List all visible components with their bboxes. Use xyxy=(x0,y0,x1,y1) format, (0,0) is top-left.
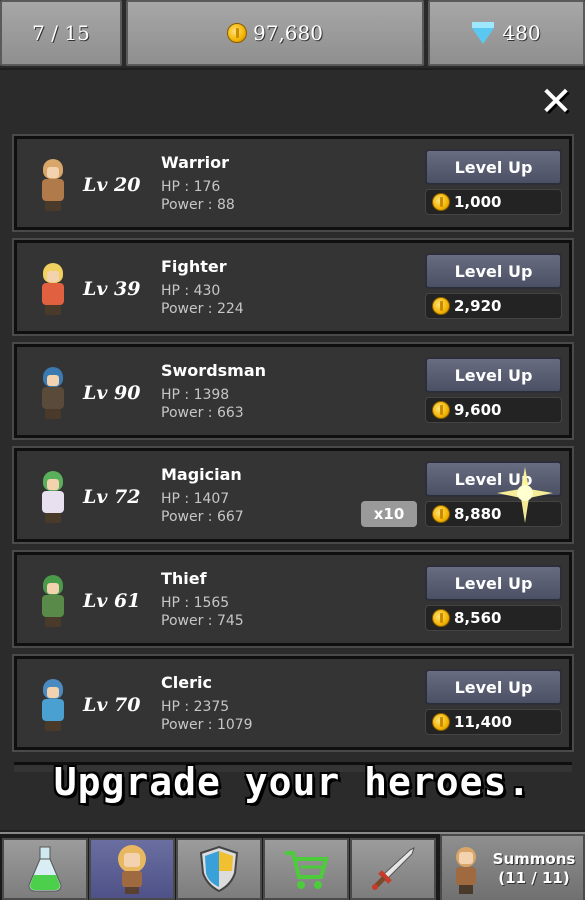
tagline: Upgrade your heroes. xyxy=(53,760,532,804)
cost-value: 1,000 xyxy=(454,193,502,211)
hero-level: Lv 90 xyxy=(83,382,141,404)
hero-icon xyxy=(118,845,146,894)
hero-hp: HP : 430 xyxy=(161,283,221,299)
gem-value: 480 xyxy=(502,21,541,45)
hero-card-swordsman: Lv 90 Swordsman HP : 1398 Power : 663 Le… xyxy=(12,342,574,440)
level-up-button[interactable]: Level Up xyxy=(425,669,562,705)
gold-coin-icon xyxy=(432,193,450,211)
hero-avatar xyxy=(37,367,69,421)
bottom-tab-bar: Summons (11 / 11) xyxy=(0,832,585,900)
cost-value: 11,400 xyxy=(454,713,512,731)
hero-name: Fighter xyxy=(161,257,227,276)
hero-name: Swordsman xyxy=(161,361,267,380)
cart-icon xyxy=(285,851,329,889)
summon-hero-icon xyxy=(456,847,476,894)
level-up-cost: 2,920 xyxy=(425,293,562,319)
hero-power: Power : 224 xyxy=(161,301,244,317)
gold-counter: 97,680 xyxy=(126,0,424,66)
hero-level: Lv 70 xyxy=(83,694,141,716)
diamond-icon xyxy=(472,22,495,44)
level-up-button[interactable]: Level Up xyxy=(425,149,562,185)
level-up-cost: 1,000 xyxy=(425,189,562,215)
hero-avatar xyxy=(37,159,69,213)
hero-power: Power : 1079 xyxy=(161,717,253,733)
level-up-button[interactable]: Level Up xyxy=(425,565,562,601)
stage-counter: 7 / 15 xyxy=(0,0,122,66)
hero-card-fighter: Lv 39 Fighter HP : 430 Power : 224 Level… xyxy=(12,238,574,336)
level-up-button[interactable]: Level Up xyxy=(425,357,562,393)
hero-level: Lv 61 xyxy=(83,590,141,612)
tab-shop[interactable] xyxy=(263,838,349,900)
hero-power: Power : 88 xyxy=(161,197,235,213)
cost-value: 2,920 xyxy=(454,297,502,315)
shield-icon xyxy=(199,845,239,893)
hero-hp: HP : 1565 xyxy=(161,595,230,611)
hero-name: Warrior xyxy=(161,153,230,172)
tab-potions[interactable] xyxy=(2,838,88,900)
summons-label: Summons (11 / 11) xyxy=(488,850,580,888)
hero-avatar xyxy=(37,471,69,525)
sword-icon xyxy=(372,847,415,890)
level-up-cost: 8,560 xyxy=(425,605,562,631)
top-bar: 7 / 15 97,680 480 xyxy=(0,0,585,68)
hero-hp: HP : 2375 xyxy=(161,699,230,715)
potion-icon xyxy=(28,846,62,892)
hero-level: Lv 39 xyxy=(83,278,141,300)
gold-value: 97,680 xyxy=(253,21,323,45)
hero-avatar xyxy=(37,263,69,317)
hero-name: Magician xyxy=(161,465,242,484)
gold-coin-icon xyxy=(432,401,450,419)
hero-card-magician: Lv 72 Magician HP : 1407 Power : 667 x10… xyxy=(12,446,574,544)
multiplier-button[interactable]: x10 xyxy=(361,501,417,527)
hero-card-thief: Lv 61 Thief HP : 1565 Power : 745 Level … xyxy=(12,550,574,648)
summons-title: Summons xyxy=(492,850,576,868)
cost-value: 8,560 xyxy=(454,609,502,627)
tab-equipment[interactable] xyxy=(176,838,262,900)
hero-level: Lv 72 xyxy=(83,486,141,508)
level-up-cost: 8,880 xyxy=(425,501,562,527)
hero-hp: HP : 1407 xyxy=(161,491,230,507)
hero-avatar xyxy=(37,679,69,733)
hero-avatar xyxy=(37,575,69,629)
tab-heroes[interactable] xyxy=(89,838,175,900)
hero-power: Power : 663 xyxy=(161,405,244,421)
level-up-button[interactable]: Level Up xyxy=(425,253,562,289)
gem-counter[interactable]: 480 xyxy=(428,0,585,66)
hero-level: Lv 20 xyxy=(83,174,141,196)
cost-value: 9,600 xyxy=(454,401,502,419)
stage-value: 7 / 15 xyxy=(32,21,90,45)
gold-coin-icon xyxy=(432,297,450,315)
hero-power: Power : 745 xyxy=(161,613,244,629)
cost-value: 8,880 xyxy=(454,505,502,523)
hero-power: Power : 667 xyxy=(161,509,244,525)
close-icon[interactable]: ✕ xyxy=(536,82,576,122)
hero-name: Thief xyxy=(161,569,207,588)
tab-weapons[interactable] xyxy=(350,838,436,900)
hero-name: Cleric xyxy=(161,673,212,692)
level-up-cost: 9,600 xyxy=(425,397,562,423)
summons-count: (11 / 11) xyxy=(498,869,570,887)
hero-card-warrior: Lv 20 Warrior HP : 176 Power : 88 Level … xyxy=(12,134,574,232)
gold-coin-icon xyxy=(227,23,247,43)
hero-hp: HP : 176 xyxy=(161,179,221,195)
gold-coin-icon xyxy=(432,713,450,731)
hero-hp: HP : 1398 xyxy=(161,387,230,403)
level-up-button[interactable]: Level Up xyxy=(425,461,562,497)
hero-card-cleric: Lv 70 Cleric HP : 2375 Power : 1079 Leve… xyxy=(12,654,574,752)
level-up-cost: 11,400 xyxy=(425,709,562,735)
gold-coin-icon xyxy=(432,609,450,627)
gold-coin-icon xyxy=(432,505,450,523)
tab-summons[interactable]: Summons (11 / 11) xyxy=(440,834,585,900)
